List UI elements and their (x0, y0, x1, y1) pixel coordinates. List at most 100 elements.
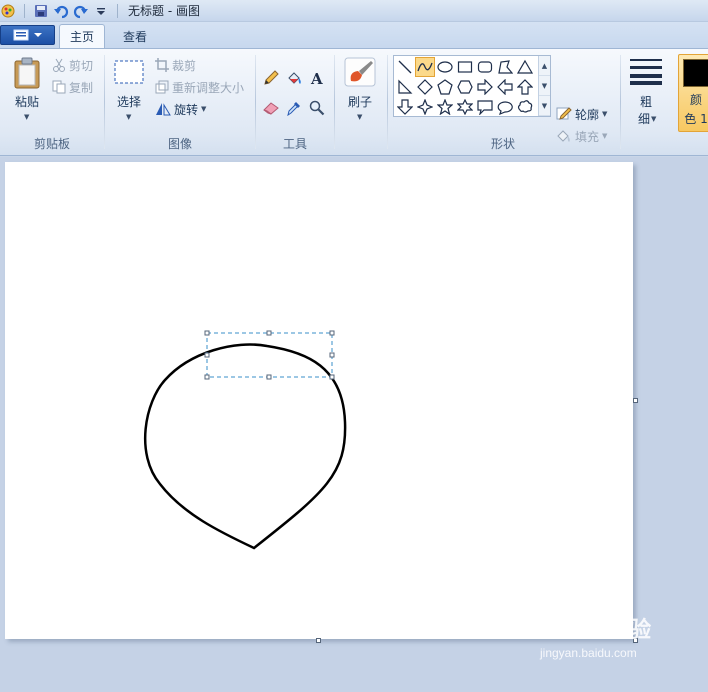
cut-label: 剪切 (69, 58, 94, 73)
outline-pencil-icon (556, 107, 572, 120)
shape-polygon[interactable] (495, 57, 515, 77)
rectangle-shape-icon (457, 61, 473, 73)
shape-rounded-rectangle[interactable] (475, 57, 495, 77)
brushes-button[interactable]: 刷子 ▼ (342, 55, 378, 131)
gallery-expand-button[interactable]: ▼ (539, 96, 550, 116)
selection-rectangle-icon (114, 60, 144, 84)
redo-icon[interactable] (73, 3, 89, 19)
resize-icon (155, 80, 169, 94)
chevron-down-icon: ▼ (24, 113, 30, 121)
size-button[interactable]: 粗 细 ▼ (626, 55, 666, 135)
undo-icon[interactable] (53, 3, 69, 19)
size-label-line1: 粗 (639, 95, 652, 109)
outline-button[interactable]: 轮廓 ▼ (556, 105, 607, 123)
canvas-drawing (143, 330, 347, 550)
left-arrow-shape-icon (497, 79, 513, 95)
shape-oval-callout[interactable] (495, 97, 515, 117)
clipboard-group-label: 剪贴板 (33, 137, 70, 151)
copy-label: 复制 (69, 80, 94, 95)
shape-rect-callout[interactable] (475, 97, 495, 117)
shape-line[interactable] (395, 57, 415, 77)
line-shape-icon (398, 60, 412, 74)
paint-app-icon[interactable] (0, 3, 16, 19)
fill-bucket-icon (557, 130, 570, 142)
shape-curve[interactable] (415, 57, 435, 77)
shape-four-point-star[interactable] (415, 97, 435, 117)
tools-group-label: 工具 (282, 137, 307, 151)
color-picker-tool[interactable] (283, 97, 304, 118)
shape-pentagon[interactable] (435, 77, 455, 97)
triangle-shape-icon (517, 59, 533, 74)
tab-view[interactable]: 查看 (112, 24, 158, 48)
scroll-down-button[interactable]: ▼ (539, 76, 550, 96)
crop-label: 裁剪 (172, 58, 197, 73)
fill-button[interactable]: 填充 ▼ (556, 127, 607, 145)
drawing-canvas[interactable] (5, 162, 633, 639)
copy-button[interactable]: 复制 (52, 78, 93, 96)
canvas-resize-handle-bottom[interactable] (316, 638, 321, 643)
shape-cloud-callout[interactable] (515, 97, 535, 117)
shape-five-point-star[interactable] (435, 97, 455, 117)
menu-icon (13, 29, 29, 41)
shape-rectangle[interactable] (455, 57, 475, 77)
magnifier-tool[interactable] (306, 97, 327, 118)
select-button[interactable]: 选择 ▼ (111, 55, 147, 131)
scroll-up-button[interactable]: ▲ (539, 56, 550, 76)
crop-button[interactable]: 裁剪 (155, 56, 196, 74)
fill-tool[interactable] (283, 67, 304, 88)
tab-home-label: 主页 (69, 30, 94, 44)
hexagon-shape-icon (457, 80, 473, 94)
image-group-label: 图像 (167, 137, 192, 151)
shape-up-arrow[interactable] (515, 77, 535, 97)
rotate-icon (156, 103, 171, 116)
shape-down-arrow[interactable] (395, 97, 415, 117)
brush-icon (344, 57, 376, 87)
svg-text:A: A (310, 70, 323, 86)
shape-right-arrow[interactable] (475, 77, 495, 97)
canvas-resize-handle-right[interactable] (633, 398, 638, 403)
chevron-down-icon: ▼ (651, 115, 657, 123)
brushes-label: 刷子 (347, 95, 372, 109)
paint-bucket-icon (287, 71, 301, 84)
color1-label-line2: 色 1 (684, 112, 708, 126)
color1-swatch (683, 59, 708, 87)
color1-button[interactable]: 颜 色 1 (678, 54, 708, 132)
watermark-sub: jingyan.baidu.com (540, 646, 637, 660)
shape-diamond[interactable] (415, 77, 435, 97)
rotate-button[interactable]: 旋转 ▼ (155, 100, 206, 118)
paint-menu-button[interactable] (0, 25, 55, 45)
shape-right-triangle[interactable] (395, 77, 415, 97)
right-triangle-shape-icon (398, 79, 413, 94)
tab-home[interactable]: 主页 (59, 24, 105, 48)
oval-callout-shape-icon (497, 101, 513, 115)
shape-hexagon[interactable] (455, 77, 475, 97)
divider (117, 3, 118, 18)
paste-button[interactable]: 粘贴 ▼ (9, 55, 45, 131)
pencil-tool[interactable] (260, 67, 281, 88)
paste-label: 粘贴 (14, 95, 39, 109)
shape-left-arrow[interactable] (495, 77, 515, 97)
shape-six-point-star[interactable] (455, 97, 475, 117)
text-tool[interactable]: A (306, 67, 327, 88)
shape-oval[interactable] (435, 57, 455, 77)
rectangular-callout-shape-icon (477, 100, 493, 115)
shape-triangle[interactable] (515, 57, 535, 77)
save-icon[interactable] (33, 3, 49, 19)
resize-label: 重新调整大小 (172, 80, 245, 95)
group-divider (620, 55, 621, 149)
resize-button[interactable]: 重新调整大小 (155, 78, 244, 96)
rounded-rectangle-shape-icon (477, 61, 493, 73)
eraser-tool[interactable] (260, 97, 281, 118)
scissors-icon (53, 58, 65, 72)
chevron-down-icon: ▼ (357, 113, 363, 121)
crop-icon (155, 58, 169, 72)
cut-button[interactable]: 剪切 (52, 56, 93, 74)
eraser-icon (262, 101, 279, 115)
image-group: 选择 ▼ 裁剪 重新调整大小 旋转 ▼ 图像 (105, 49, 255, 155)
size-label-line2: 细 (637, 112, 650, 126)
customize-quick-access-icon[interactable] (93, 3, 109, 19)
chevron-down-icon: ▼ (201, 105, 207, 113)
curve-shape-icon (417, 62, 433, 72)
oval-shape-icon (437, 61, 453, 73)
rotate-label: 旋转 (174, 102, 199, 117)
